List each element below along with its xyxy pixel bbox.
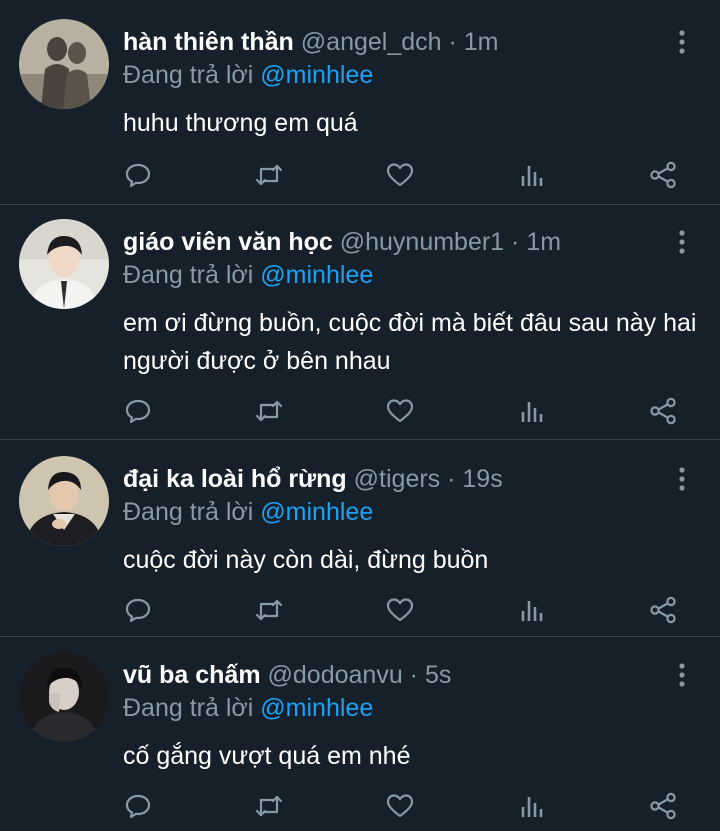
action-bar bbox=[0, 391, 720, 431]
reply-icon[interactable] bbox=[118, 590, 158, 630]
reply-icon[interactable] bbox=[118, 155, 158, 195]
tweet[interactable]: đại ka loài hổ rừng @tigers · 19s Đang t… bbox=[0, 437, 720, 637]
replying-to-label: Đang trả lời bbox=[123, 694, 254, 722]
reply-icon[interactable] bbox=[118, 391, 158, 431]
timestamp[interactable]: 19s bbox=[462, 465, 502, 493]
retweet-icon[interactable] bbox=[249, 786, 289, 826]
analytics-icon[interactable] bbox=[512, 590, 552, 630]
display-name[interactable]: vũ ba chấm bbox=[123, 661, 261, 689]
avatar[interactable] bbox=[19, 652, 109, 742]
analytics-icon[interactable] bbox=[512, 155, 552, 195]
tweet-text: cuộc đời này còn dài, đừng buồn bbox=[123, 546, 489, 574]
display-name[interactable]: giáo viên văn học bbox=[123, 228, 333, 256]
analytics-icon[interactable] bbox=[512, 786, 552, 826]
retweet-icon[interactable] bbox=[249, 155, 289, 195]
replying-to: Đang trả lời @minhlee bbox=[123, 497, 373, 527]
separator-dot: · bbox=[402, 661, 425, 689]
avatar[interactable] bbox=[19, 219, 109, 309]
display-name[interactable]: hàn thiên thần bbox=[123, 28, 294, 56]
share-icon[interactable] bbox=[643, 391, 683, 431]
timestamp[interactable]: 1m bbox=[464, 28, 499, 56]
reply-feed: hàn thiên thần @angel_dch · 1m Đang trả … bbox=[0, 0, 720, 831]
mention-link[interactable]: @minhlee bbox=[260, 498, 373, 526]
like-icon[interactable] bbox=[380, 590, 420, 630]
replying-to-label: Đang trả lời bbox=[123, 61, 254, 89]
user-handle[interactable]: @huynumber1 bbox=[340, 228, 504, 256]
replying-to: Đang trả lời @minhlee bbox=[123, 693, 373, 723]
timestamp[interactable]: 1m bbox=[526, 228, 561, 256]
tweet-header: giáo viên văn học @huynumber1 · 1m bbox=[123, 226, 561, 258]
tweet-header: hàn thiên thần @angel_dch · 1m bbox=[123, 26, 499, 58]
tweet[interactable]: giáo viên văn học @huynumber1 · 1m Đang … bbox=[0, 200, 720, 440]
replying-to-label: Đang trả lời bbox=[123, 498, 254, 526]
replying-to-label: Đang trả lời bbox=[123, 261, 254, 289]
avatar[interactable] bbox=[19, 456, 109, 546]
avatar[interactable] bbox=[19, 19, 109, 109]
action-bar bbox=[0, 155, 720, 195]
separator-dot: · bbox=[441, 28, 464, 56]
mention-link[interactable]: @minhlee bbox=[260, 694, 373, 722]
more-vert-icon[interactable] bbox=[670, 661, 694, 689]
timestamp[interactable]: 5s bbox=[425, 661, 451, 689]
like-icon[interactable] bbox=[380, 155, 420, 195]
separator-dot: · bbox=[440, 465, 463, 493]
replying-to: Đang trả lời @minhlee bbox=[123, 60, 373, 90]
more-vert-icon[interactable] bbox=[670, 28, 694, 56]
user-handle[interactable]: @angel_dch bbox=[301, 28, 442, 56]
user-handle[interactable]: @tigers bbox=[354, 465, 441, 493]
mention-link[interactable]: @minhlee bbox=[260, 61, 373, 89]
tweet-text: huhu thương em quá bbox=[123, 109, 358, 137]
mention-link[interactable]: @minhlee bbox=[260, 261, 373, 289]
tweet[interactable]: hàn thiên thần @angel_dch · 1m Đang trả … bbox=[0, 0, 720, 205]
retweet-icon[interactable] bbox=[249, 391, 289, 431]
reply-icon[interactable] bbox=[118, 786, 158, 826]
separator-dot: · bbox=[504, 228, 527, 256]
analytics-icon[interactable] bbox=[512, 391, 552, 431]
tweet-header: đại ka loài hổ rừng @tigers · 19s bbox=[123, 463, 503, 495]
more-vert-icon[interactable] bbox=[670, 465, 694, 493]
display-name[interactable]: đại ka loài hổ rừng bbox=[123, 465, 347, 493]
share-icon[interactable] bbox=[643, 590, 683, 630]
action-bar bbox=[0, 590, 720, 630]
tweet-header: vũ ba chấm @dodoanvu · 5s bbox=[123, 659, 451, 691]
tweet-text: em ơi đừng buồn, cuộc đời mà biết đâu sa… bbox=[123, 309, 697, 375]
tweet-text: cố gắng vượt quá em nhé bbox=[123, 742, 411, 770]
replying-to: Đang trả lời @minhlee bbox=[123, 260, 373, 290]
share-icon[interactable] bbox=[643, 155, 683, 195]
user-handle[interactable]: @dodoanvu bbox=[268, 661, 403, 689]
like-icon[interactable] bbox=[380, 391, 420, 431]
action-bar bbox=[0, 786, 720, 826]
share-icon[interactable] bbox=[643, 786, 683, 826]
like-icon[interactable] bbox=[380, 786, 420, 826]
tweet[interactable]: vũ ba chấm @dodoanvu · 5s Đang trả lời @… bbox=[0, 633, 720, 831]
more-vert-icon[interactable] bbox=[670, 228, 694, 256]
retweet-icon[interactable] bbox=[249, 590, 289, 630]
